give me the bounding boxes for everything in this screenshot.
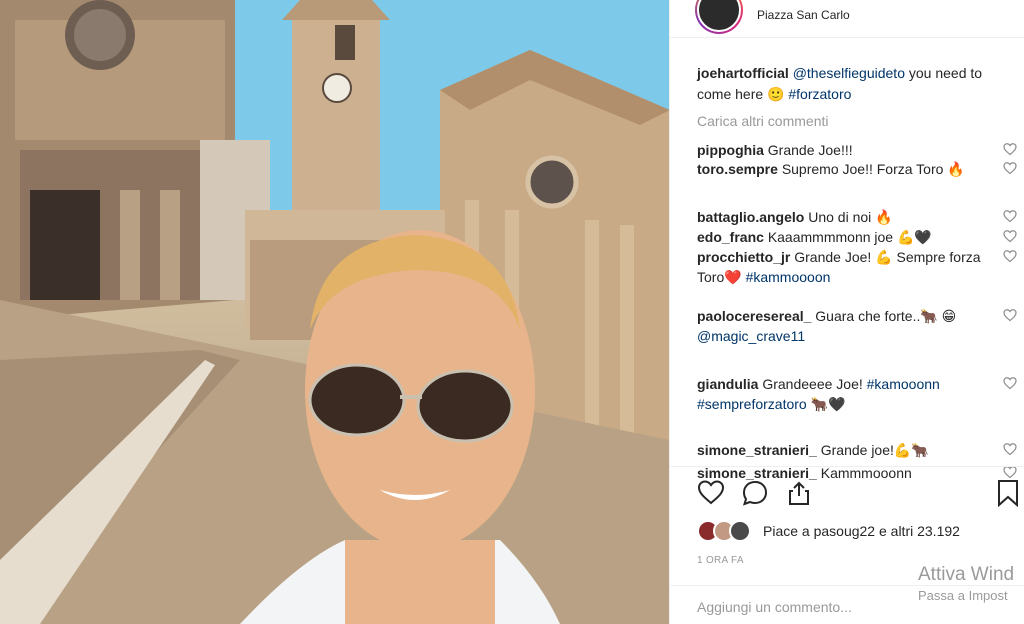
add-comment-input[interactable]: Aggiungi un commento... xyxy=(697,599,852,615)
comment-item: procchietto_jr Grande Joe! 💪 Sempre forz… xyxy=(697,247,1017,287)
comment-username[interactable]: pippoghia xyxy=(697,142,764,158)
comment-item: battaglio.angelo Uno di noi 🔥 xyxy=(697,207,1017,227)
comment-username[interactable]: giandulia xyxy=(697,376,758,392)
comment-item: simone_stranieri_ Grande joe!💪🐂 xyxy=(697,440,1017,460)
heart-icon[interactable] xyxy=(697,479,725,505)
share-icon[interactable] xyxy=(785,479,813,507)
post-header: Piazza San Carlo xyxy=(670,0,1024,38)
comment-like-heart-icon[interactable] xyxy=(1003,209,1017,223)
comment-like-heart-icon[interactable] xyxy=(1003,142,1017,156)
comment-text: Uno di noi 🔥 xyxy=(808,209,893,225)
windows-activation-watermark: Attiva Wind Passa a Impost xyxy=(918,564,1014,603)
likes-count[interactable]: Piace a pasoug22 e altri 23.192 xyxy=(763,523,960,539)
comment-text: Grandeeee Joe! xyxy=(762,376,867,392)
comment-text: Grande Joe!!! xyxy=(767,142,853,158)
bookmark-icon[interactable] xyxy=(996,479,1020,507)
post-timestamp: 1 ORA FA xyxy=(697,555,744,566)
load-more-comments-link[interactable]: Carica altri commenti xyxy=(697,113,828,129)
comment-username[interactable]: simone_stranieri_ xyxy=(697,442,817,458)
caption-hashtag[interactable]: #forzatoro xyxy=(788,86,851,102)
comment-username[interactable]: battaglio.angelo xyxy=(697,209,804,225)
comment-tag[interactable]: @magic_crave11 xyxy=(697,328,805,344)
comment-like-heart-icon[interactable] xyxy=(1003,442,1017,456)
comment-text: Supremo Joe!! Forza Toro 🔥 xyxy=(781,161,965,177)
caption-mention[interactable]: @theselfieguideto xyxy=(793,65,905,81)
comment-item: toro.sempre Supremo Joe!! Forza Toro 🔥 xyxy=(697,159,1017,179)
author-avatar[interactable] xyxy=(695,0,743,34)
liker-avatars[interactable] xyxy=(697,520,757,542)
post-location[interactable]: Piazza San Carlo xyxy=(757,8,850,22)
comment-item: giandulia Grandeeee Joe! #kamooonn #semp… xyxy=(697,374,1017,414)
comment-username[interactable]: procchietto_jr xyxy=(697,249,790,265)
comment-tag[interactable]: #kammoooon xyxy=(746,269,831,285)
comment-like-heart-icon[interactable] xyxy=(1003,308,1017,322)
comment-username[interactable]: toro.sempre xyxy=(697,161,778,177)
likes-row: Piace a pasoug22 e altri 23.192 xyxy=(697,519,960,543)
comment-like-heart-icon[interactable] xyxy=(1003,376,1017,390)
comment-text: Guara che forte..🐂 😁 xyxy=(815,308,957,324)
comment-item: pippoghia Grande Joe!!! xyxy=(697,140,1017,160)
post-sidebar: Piazza San Carlo joehartofficial @thesel… xyxy=(669,0,1024,624)
comment-username[interactable]: edo_franc xyxy=(697,229,764,245)
caption-username[interactable]: joehartofficial xyxy=(697,65,789,81)
comment-item: paoloceresereal_ Guara che forte..🐂 😁 @m… xyxy=(697,306,1017,346)
post-caption: joehartofficial @theselfieguideto you ne… xyxy=(697,63,1007,105)
comment-text: Grande joe!💪🐂 xyxy=(820,442,929,458)
post-photo[interactable] xyxy=(0,0,669,624)
comment-text: Kaaammmmonn joe 💪🖤 xyxy=(767,229,932,245)
comment-username[interactable]: paoloceresereal_ xyxy=(697,308,811,324)
comment-text: 🐂🖤 xyxy=(806,396,846,412)
comment-like-heart-icon[interactable] xyxy=(1003,229,1017,243)
watermark-line2: Passa a Impost xyxy=(918,588,1008,603)
watermark-line1: Attiva Wind xyxy=(918,564,1015,585)
comment-like-heart-icon[interactable] xyxy=(1003,161,1017,175)
comment-icon[interactable] xyxy=(741,479,769,507)
comment-item: edo_franc Kaaammmmonn joe 💪🖤 xyxy=(697,227,1017,247)
comment-list: pippoghia Grande Joe!!! toro.sempre Supre… xyxy=(697,140,1017,483)
selfie-photo-illustration xyxy=(0,0,669,624)
comment-like-heart-icon[interactable] xyxy=(1003,249,1017,263)
